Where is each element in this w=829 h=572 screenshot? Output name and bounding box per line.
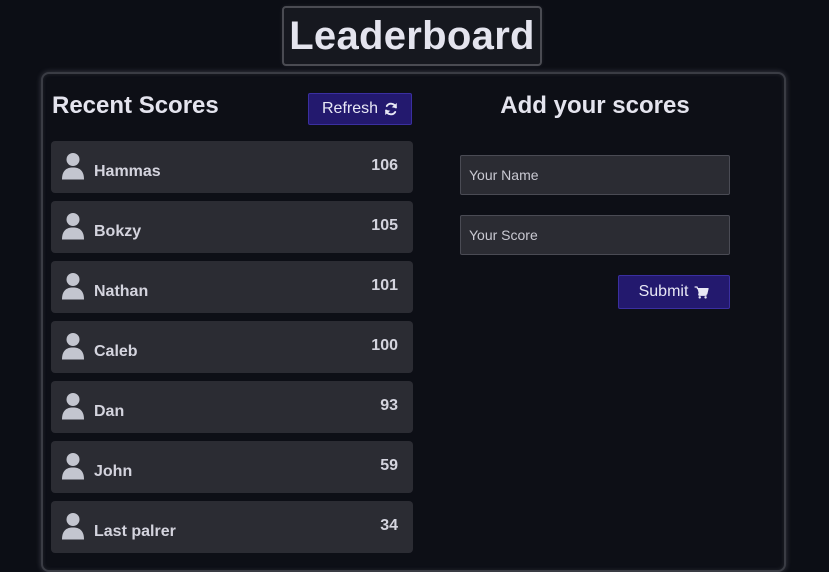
user-icon	[62, 513, 84, 540]
player-name: Caleb	[94, 343, 138, 360]
header-title-box: Leaderboard	[282, 6, 542, 66]
user-icon	[62, 333, 84, 360]
user-icon	[62, 153, 84, 180]
player-score: 100	[371, 337, 398, 354]
name-input[interactable]	[460, 155, 730, 195]
player-name: Hammas	[94, 163, 161, 180]
list-item: Nathan 101	[51, 261, 413, 313]
player-name: Bokzy	[94, 223, 142, 240]
submit-button[interactable]: Submit	[618, 275, 730, 309]
add-scores-heading: Add your scores	[500, 92, 690, 119]
score-input[interactable]	[460, 215, 730, 255]
player-score: 59	[380, 457, 398, 474]
player-name: Nathan	[94, 283, 149, 300]
list-item: Caleb 100	[51, 321, 413, 373]
list-item: John 59	[51, 441, 413, 493]
list-item: Hammas 106	[51, 141, 413, 193]
list-item: Bokzy 105	[51, 201, 413, 253]
submit-button-label: Submit	[638, 283, 689, 300]
refresh-button[interactable]: Refresh	[308, 93, 412, 125]
player-score: 34	[380, 517, 398, 534]
player-name: Last palrer	[94, 523, 176, 540]
list-item: Last palrer 34	[51, 501, 413, 553]
refresh-button-label: Refresh	[321, 100, 379, 117]
player-name: Dan	[94, 403, 125, 420]
user-icon	[62, 393, 84, 420]
cart-icon	[694, 285, 710, 299]
player-score: 93	[380, 397, 398, 414]
page-title: Leaderboard	[289, 13, 535, 58]
player-name: John	[94, 463, 133, 480]
user-icon	[62, 273, 84, 300]
refresh-icon	[385, 102, 397, 116]
user-icon	[62, 213, 84, 240]
player-score: 106	[371, 157, 398, 174]
player-score: 101	[371, 277, 398, 294]
player-score: 105	[371, 217, 398, 234]
score-list: Hammas 106 Bokzy 105 Nathan 101 Caleb 100 Dan 93 J…	[51, 141, 413, 561]
list-item: Dan 93	[51, 381, 413, 433]
recent-scores-heading: Recent Scores	[52, 92, 219, 119]
user-icon	[62, 453, 84, 480]
